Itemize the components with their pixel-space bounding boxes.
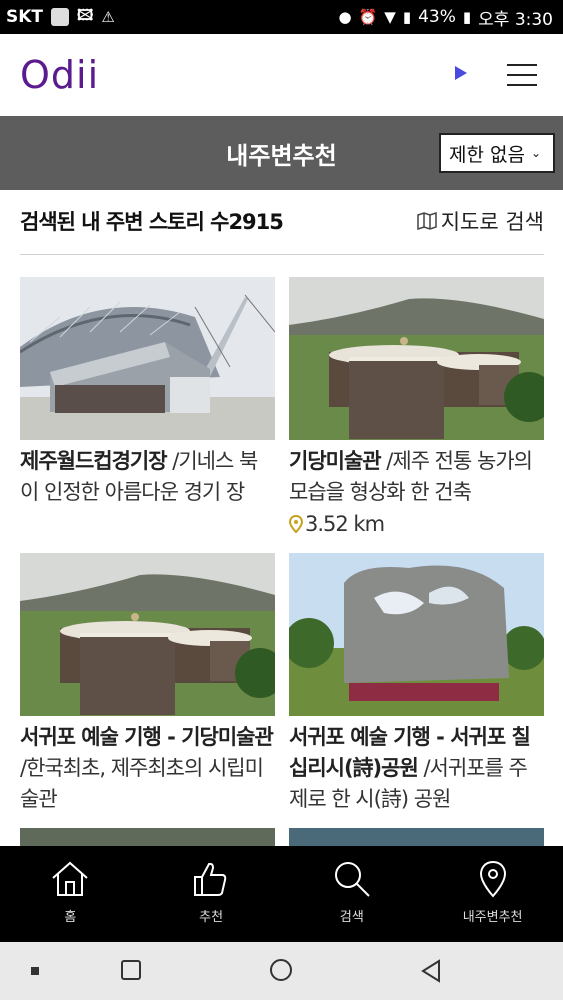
result-count: 검색된 내 주변 스토리 수2915 [20, 210, 284, 234]
menu-icon[interactable] [507, 64, 537, 86]
story-card[interactable]: 제주월드컵경기장 /기네스 북이 인정한 아름다운 경기 장 [20, 277, 275, 508]
nav-recommend[interactable]: 추천 [141, 846, 282, 942]
story-distance: 3.52 km [289, 512, 544, 536]
overview-icon[interactable] [121, 960, 141, 980]
story-card[interactable]: 서귀포 예술 기행 - 기당미술관 /한국최초, 제주최초의 시립미술관 [20, 553, 275, 815]
play-icon[interactable] [455, 66, 467, 80]
battery-label: 43% [418, 7, 456, 27]
story-card[interactable]: 기당미술관 /제주 전통 농가의 모습을 형상화 한 건축 3.52 km [289, 277, 544, 536]
thumbs-up-icon [194, 862, 227, 896]
location-icon: ● [338, 8, 352, 26]
nav-nearby[interactable]: 내주변추천 [422, 846, 563, 942]
app-logo[interactable]: Odii [20, 53, 99, 97]
result-summary: 검색된 내 주변 스토리 수2915 지도로 검색 [20, 196, 544, 255]
nav-home[interactable]: 홈 [0, 846, 141, 942]
story-title: 기당미술관 [289, 449, 382, 473]
wifi-icon: ▼ [384, 8, 396, 26]
signal-icon: ▮ [402, 8, 412, 26]
notification-icon [51, 8, 70, 26]
nav-label: 내주변추천 [462, 910, 523, 925]
distance-value: 3.52 km [305, 512, 385, 536]
nav-label: 홈 [64, 910, 77, 925]
story-image [20, 277, 275, 440]
home-icon [52, 861, 89, 896]
warning-icon: ⚠ [101, 8, 115, 26]
clock: 오후 3:30 [478, 9, 553, 30]
back-icon[interactable] [420, 959, 442, 983]
location-pin-icon [289, 515, 303, 533]
filter-selected-value: 제한 없음 [449, 143, 525, 166]
story-image-partial [20, 828, 275, 846]
app-bar: Odii [0, 34, 563, 116]
status-bar: SKT 🖾 ⚠ ● ⏰ ▼ ▮ 43% ▮ 오후 3:30 [0, 0, 563, 34]
nav-label: 검색 [339, 910, 364, 925]
battery-icon: ▮ [462, 8, 472, 26]
map-search-label: 지도로 검색 [440, 210, 544, 234]
distance-filter-select[interactable]: 제한 없음 ⌄ [439, 133, 555, 173]
story-desc: /한국최초, 제주최초의 시립미술관 [20, 756, 264, 811]
map-search-button[interactable]: 지도로 검색 [416, 206, 544, 236]
chevron-down-icon: ⌄ [530, 146, 542, 160]
story-text: 기당미술관 /제주 전통 농가의 모습을 형상화 한 건축 [289, 446, 544, 508]
nav-search[interactable]: 검색 [282, 846, 423, 942]
story-image-partial [289, 828, 544, 846]
image-icon: 🖾 [77, 5, 94, 24]
recent-apps-dot-icon[interactable] [31, 967, 39, 975]
story-image [20, 553, 275, 716]
system-nav-bar [0, 942, 563, 1000]
search-icon [334, 862, 370, 897]
story-title: 제주월드컵경기장 [20, 449, 168, 473]
story-text: 서귀포 예술 기행 - 기당미술관 /한국최초, 제주최초의 시립미술관 [20, 722, 275, 815]
story-text: 서귀포 예술 기행 - 서귀포 칠십리시(詩)공원 /서귀포를 주제로 한 시(… [289, 722, 544, 815]
story-image [289, 277, 544, 440]
story-image [289, 553, 544, 716]
story-text: 제주월드컵경기장 /기네스 북이 인정한 아름다운 경기 장 [20, 446, 275, 508]
alarm-icon: ⏰ [358, 8, 378, 26]
location-pin-icon [479, 860, 506, 898]
story-card[interactable]: 서귀포 예술 기행 - 서귀포 칠십리시(詩)공원 /서귀포를 주제로 한 시(… [289, 553, 544, 815]
bottom-nav: 홈 추천 검색 내주변추천 [0, 846, 563, 942]
map-icon [416, 212, 437, 230]
nav-label: 추천 [199, 910, 224, 925]
home-button-icon[interactable] [270, 959, 292, 981]
carrier-label: SKT [6, 7, 44, 27]
story-title: 서귀포 예술 기행 - 기당미술관 [20, 725, 274, 749]
